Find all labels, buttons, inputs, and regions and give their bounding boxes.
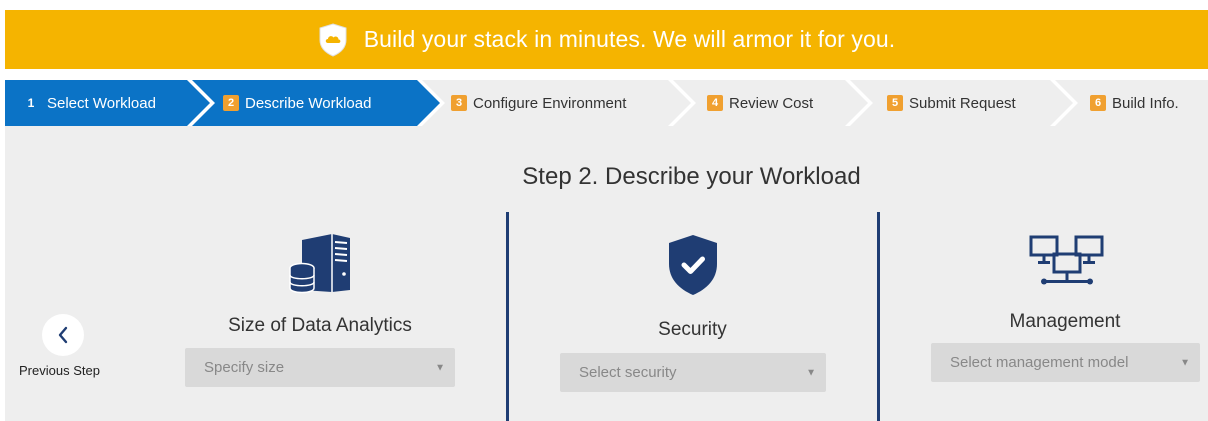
column-divider	[877, 212, 880, 421]
data-analytics-label: Size of Data Analytics	[228, 315, 412, 336]
security-select-value: Select security	[579, 364, 677, 381]
management-select[interactable]: Select management model ▼	[931, 343, 1200, 382]
shield-check-icon	[669, 235, 717, 295]
step-build-info[interactable]: 6 Build Info.	[1090, 80, 1179, 126]
step-label: Describe Workload	[245, 94, 372, 112]
size-select[interactable]: Specify size ▼	[185, 348, 455, 387]
previous-step-label: Previous Step	[19, 363, 100, 378]
step-label: Select Workload	[47, 94, 156, 112]
column-divider	[506, 212, 509, 421]
step-number: 3	[451, 95, 467, 111]
chevron-left-icon	[58, 326, 68, 344]
step-review-cost[interactable]: 4 Review Cost	[707, 80, 813, 126]
step-label: Configure Environment	[473, 94, 627, 112]
chevron-down-icon: ▼	[1180, 357, 1190, 368]
security-select[interactable]: Select security ▼	[560, 353, 826, 392]
step-submit-request[interactable]: 5 Submit Request	[887, 80, 1016, 126]
cloud-shield-icon	[319, 22, 347, 57]
step-number: 6	[1090, 95, 1106, 111]
step-number: 1	[27, 96, 35, 110]
network-computers-icon	[1029, 235, 1104, 285]
chevron-down-icon: ▼	[806, 367, 816, 378]
page-title: Step 2. Describe your Workload	[522, 163, 861, 190]
server-database-icon	[289, 234, 350, 294]
security-label: Security	[658, 319, 727, 340]
banner-text: Build your stack in minutes. We will arm…	[363, 26, 896, 52]
previous-step-button[interactable]	[42, 314, 84, 356]
step-label: Build Info.	[1112, 94, 1179, 112]
step-select-workload[interactable]: 1 Select Workload	[23, 80, 156, 126]
chevron-down-icon: ▼	[435, 362, 445, 373]
header-banner: Build your stack in minutes. We will arm…	[5, 10, 1208, 69]
step-configure-environment[interactable]: 3 Configure Environment	[451, 80, 626, 126]
step-label: Review Cost	[729, 94, 814, 112]
management-label: Management	[1009, 311, 1121, 332]
step-describe-workload[interactable]: 2 Describe Workload	[223, 80, 371, 126]
step-label: Submit Request	[909, 94, 1016, 112]
management-select-value: Select management model	[950, 354, 1129, 371]
wizard-steps: 1 Select Workload 2 Describe Workload 3 …	[5, 80, 1208, 126]
step-number: 2	[223, 95, 239, 111]
size-select-value: Specify size	[204, 359, 285, 376]
main-panel: Step 2. Describe your Workload Previous …	[5, 126, 1208, 421]
step-number: 4	[707, 95, 723, 111]
step-number: 5	[887, 95, 903, 111]
